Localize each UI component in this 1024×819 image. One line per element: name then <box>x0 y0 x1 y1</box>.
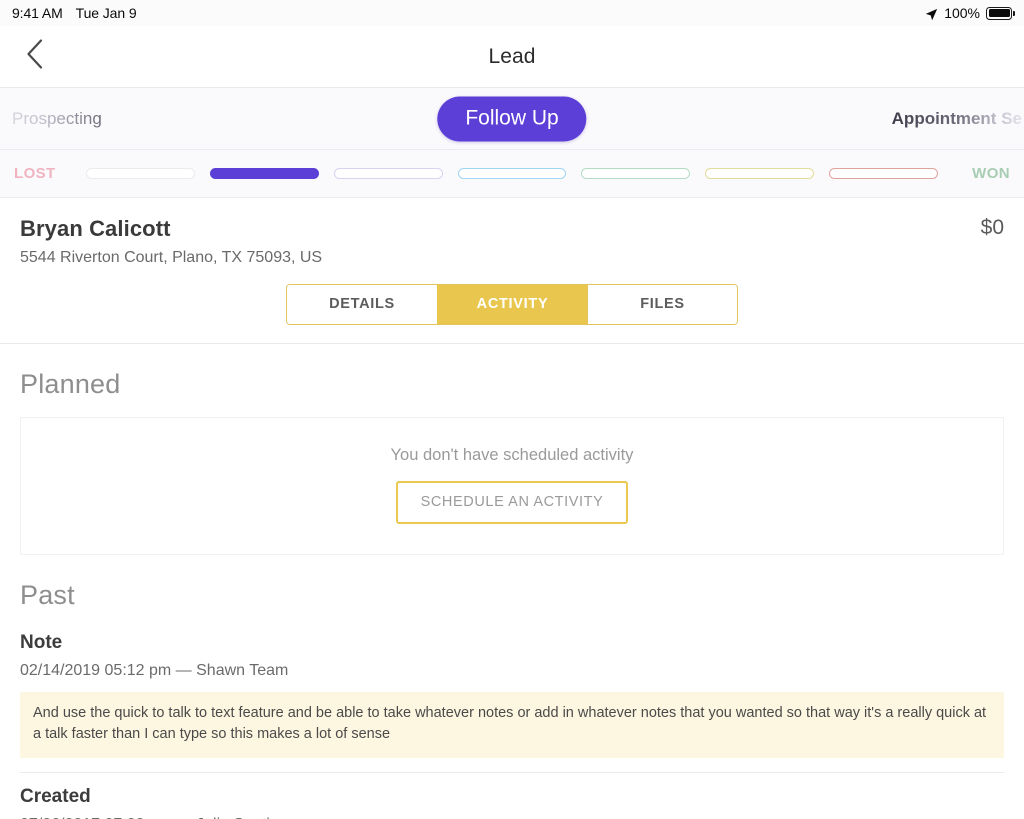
segmented-tabs: DETAILSACTIVITYFILES <box>286 284 738 325</box>
stage-current-button[interactable]: Follow Up <box>437 96 586 141</box>
status-time: 9:41 AM <box>12 5 63 21</box>
activity-title: Note <box>20 632 1004 654</box>
progress-segments <box>78 168 946 179</box>
lead-header: Bryan Calicott $0 5544 Riverton Court, P… <box>0 198 1024 343</box>
past-heading: Past <box>20 580 1004 611</box>
activity-item[interactable]: Note 02/14/2019 05:12 pm — Shawn Team And … <box>20 628 1004 773</box>
tab-activity[interactable]: ACTIVITY <box>437 285 587 324</box>
activity-note-body: And use the quick to talk to text featur… <box>20 692 1004 758</box>
tab-details[interactable]: DETAILS <box>287 285 437 324</box>
navigation-bar: Lead <box>0 26 1024 88</box>
tabs-container: DETAILSACTIVITYFILES <box>20 284 1004 343</box>
lead-address: 5544 Riverton Court, Plano, TX 75093, US <box>20 249 1004 267</box>
progress-won-label[interactable]: WON <box>946 165 1010 182</box>
progress-segment-5[interactable] <box>581 168 690 179</box>
stage-selector: Prospecting Follow Up Appointment Se <box>0 88 1024 150</box>
activity-title: Created <box>20 786 1004 808</box>
progress-lost-label[interactable]: LOST <box>14 165 78 182</box>
lead-name: Bryan Calicott <box>20 216 171 242</box>
activity-meta: 02/14/2019 05:12 pm — Shawn Team <box>20 662 1004 680</box>
battery-full-icon <box>986 7 1012 20</box>
page-title: Lead <box>0 45 1024 69</box>
lead-amount: $0 <box>981 216 1004 240</box>
tab-files[interactable]: FILES <box>587 285 737 324</box>
lead-header-top-row: Bryan Calicott $0 <box>20 216 1004 242</box>
progress-segment-4[interactable] <box>458 168 567 179</box>
status-date: Tue Jan 9 <box>76 5 137 21</box>
progress-segment-3[interactable] <box>334 168 443 179</box>
location-arrow-icon <box>925 8 938 21</box>
stage-next-label[interactable]: Appointment Se <box>892 109 1024 129</box>
progress-segment-1[interactable] <box>86 168 195 179</box>
stage-previous-label[interactable]: Prospecting <box>12 109 102 129</box>
schedule-activity-button[interactable]: SCHEDULE AN ACTIVITY <box>396 481 629 524</box>
activity-item[interactable]: Created07/06/2017 07:00 pm — Julie Spoti… <box>20 773 1004 819</box>
status-bar: 9:41 AM Tue Jan 9 100% <box>0 0 1024 26</box>
status-bar-right: 100% <box>925 5 1012 21</box>
lead-detail-screen: 9:41 AM Tue Jan 9 100% Lead Prospecting … <box>0 0 1024 819</box>
planned-empty-text: You don't have scheduled activity <box>41 446 983 465</box>
battery-percent-label: 100% <box>944 5 980 21</box>
progress-segment-6[interactable] <box>705 168 814 179</box>
chevron-left-icon <box>26 39 43 74</box>
stage-progress-bar: LOST WON <box>0 150 1024 198</box>
status-bar-left: 9:41 AM Tue Jan 9 <box>12 5 137 21</box>
back-button[interactable] <box>12 35 56 79</box>
progress-segment-7[interactable] <box>829 168 938 179</box>
planned-empty-card: You don't have scheduled activity SCHEDU… <box>20 417 1004 555</box>
past-activity-list: Note 02/14/2019 05:12 pm — Shawn Team And … <box>20 628 1004 819</box>
progress-segment-2[interactable] <box>210 168 319 179</box>
planned-heading: Planned <box>20 369 1004 400</box>
activity-content: Planned You don't have scheduled activit… <box>0 343 1024 819</box>
